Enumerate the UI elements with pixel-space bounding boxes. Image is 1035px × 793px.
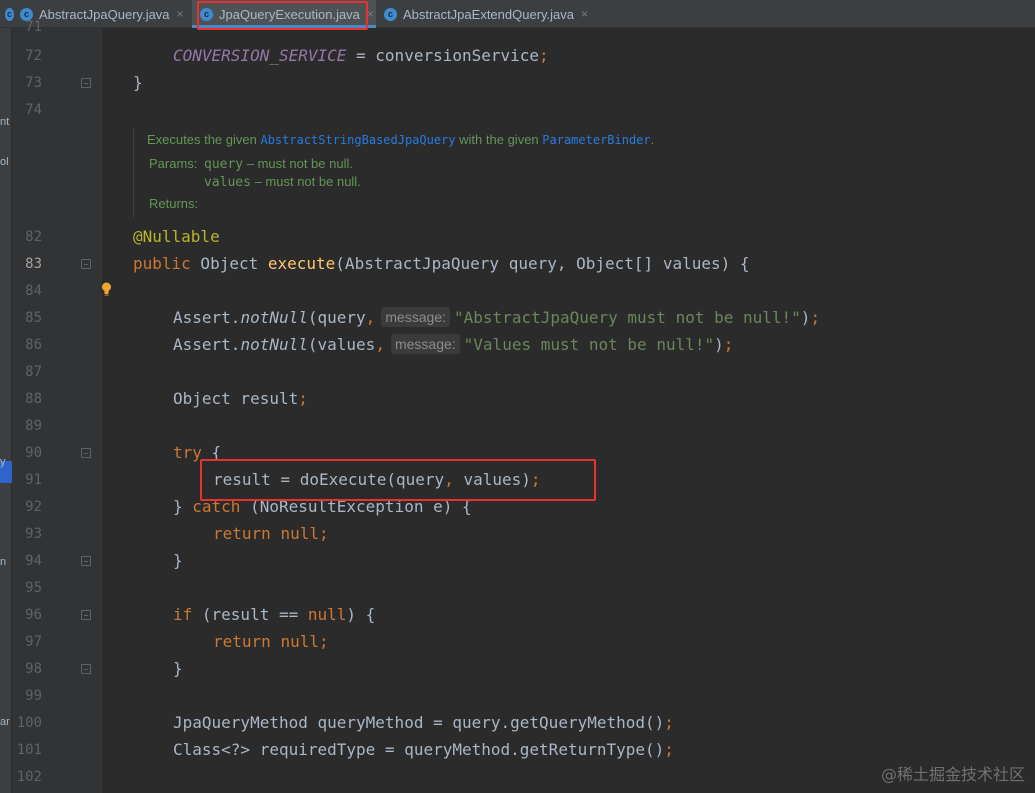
tab-jpa-query-execution[interactable]: c JpaQueryExecution.java × [192, 0, 376, 28]
doc-link[interactable]: AbstractStringBasedJpaQuery [260, 133, 455, 147]
panel-label: ol [0, 156, 9, 168]
java-class-icon: c [384, 7, 397, 21]
fold-marker-icon[interactable] [81, 259, 91, 269]
code-line-97: return null; [213, 632, 329, 651]
line-number: 74 [25, 102, 42, 118]
close-icon[interactable]: × [581, 7, 588, 21]
line-number: 90 [25, 445, 42, 461]
panel-label: nt [0, 116, 10, 128]
java-class-icon: c [200, 7, 213, 21]
line-number: 93 [25, 526, 42, 542]
code-line-96: if (result == null) { [173, 605, 376, 624]
panel-label: ar [0, 716, 10, 728]
rendered-javadoc: Executes the given AbstractStringBasedJp… [133, 128, 693, 218]
line-number: 99 [25, 688, 42, 704]
doc-returns-label: Returns: [149, 196, 199, 211]
close-icon[interactable]: × [367, 7, 374, 21]
code-line-72: CONVERSION_SERVICE = conversionService; [173, 46, 549, 65]
code-line-101: Class<?> requiredType = queryMethod.getR… [173, 740, 674, 759]
parameter-hint: message: [390, 334, 460, 354]
line-number: 88 [25, 391, 42, 407]
code-line-91: result = doExecute(query, values); [213, 470, 541, 489]
code-line-94: } [173, 551, 183, 570]
line-number: 95 [25, 580, 42, 596]
line-number: 86 [25, 337, 42, 353]
line-number: 85 [25, 310, 42, 326]
line-number: 102 [16, 769, 42, 785]
line-number: 72 [25, 48, 42, 64]
code-line-93: return null; [213, 524, 329, 543]
fold-marker-icon[interactable] [81, 448, 91, 458]
line-number: 91 [25, 472, 42, 488]
doc-param-query: query – must not be null. [204, 156, 353, 172]
tab-label: JpaQueryExecution.java [219, 6, 360, 22]
doc-description: Executes the given AbstractStringBasedJp… [147, 132, 655, 147]
parameter-hint: message: [381, 307, 451, 327]
line-number: 89 [25, 418, 42, 434]
tab-abstract-jpa-extend-query[interactable]: c AbstractJpaExtendQuery.java × [376, 0, 596, 28]
code-line-92: } catch (NoResultException e) { [173, 497, 472, 516]
code-line-98: } [173, 659, 183, 678]
line-number: 100 [16, 715, 42, 731]
code-line-82: @Nullable [133, 227, 220, 246]
fold-marker-icon[interactable] [81, 610, 91, 620]
line-number: 94 [25, 553, 42, 569]
line-number: 84 [25, 283, 42, 299]
code-line-100: JpaQueryMethod queryMethod = query.getQu… [173, 713, 674, 732]
code-line-83: public Object execute(AbstractJpaQuery q… [133, 254, 750, 273]
doc-params-label: Params: [149, 156, 198, 171]
line-number: 71 [25, 19, 42, 35]
fold-marker-icon[interactable] [81, 556, 91, 566]
line-number: 101 [16, 742, 42, 758]
line-number-gutter: 71 72 73 74 82 83 84 85 86 87 88 89 90 9… [12, 19, 111, 793]
code-line-85: Assert.notNull(query, message: "AbstractJp… [173, 307, 821, 327]
code-line-73: } [133, 73, 143, 92]
line-number: 73 [25, 75, 42, 91]
tab-label: AbstractJpaExtendQuery.java [403, 6, 575, 22]
fold-marker-icon[interactable] [81, 78, 91, 88]
close-icon[interactable]: × [177, 7, 184, 21]
watermark: @稀土掘金技术社区 [880, 765, 1025, 784]
line-number-current: 83 [25, 256, 42, 272]
line-number: 98 [25, 661, 42, 677]
panel-label: y [0, 456, 6, 468]
code-line-88: Object result; [173, 389, 308, 408]
project-panel-edge: nt ol y n ar [0, 28, 12, 793]
panel-label: n [0, 556, 7, 568]
line-number: 87 [25, 364, 42, 380]
code-line-90: try { [173, 443, 222, 462]
doc-link[interactable]: ParameterBinder [542, 133, 650, 147]
line-number: 82 [25, 229, 42, 245]
line-number: 97 [25, 634, 42, 650]
line-number: 92 [25, 499, 42, 515]
tab-label: AbstractJpaQuery.java [39, 6, 170, 22]
editor-tab-bar: c AbstractJpaQuery.java × c JpaQueryExec… [0, 0, 1035, 28]
line-number: 96 [25, 607, 42, 623]
code-line-86: Assert.notNull(values, message: "Values mu… [173, 334, 734, 354]
fold-marker-icon[interactable] [81, 664, 91, 674]
doc-param-values: values – must not be null. [204, 174, 361, 190]
